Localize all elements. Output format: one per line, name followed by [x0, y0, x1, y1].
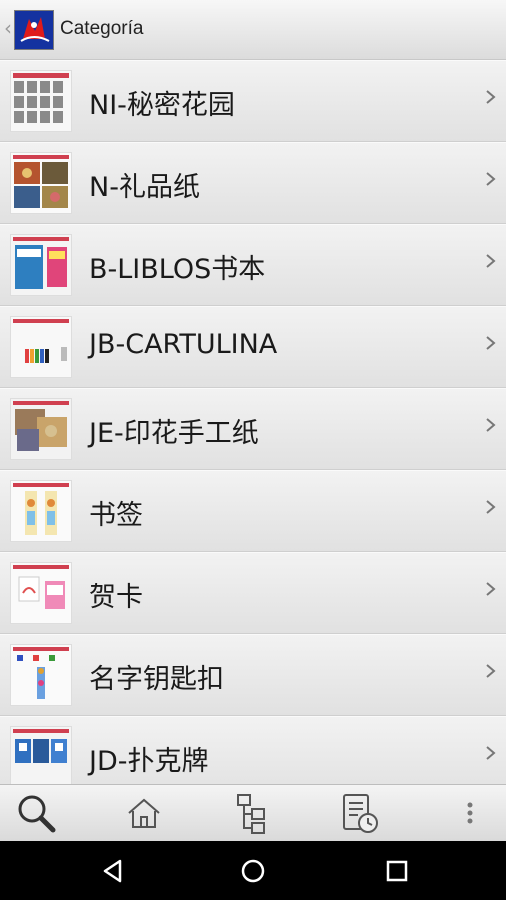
category-row-playing-cards[interactable]: JD-扑克牌 [0, 716, 506, 784]
category-label: N-礼品纸 [89, 172, 200, 203]
category-label: JD-扑克牌 [89, 746, 209, 777]
system-navigation-bar [0, 841, 506, 900]
greeting-card-thumbnail [10, 562, 72, 624]
chevron-right-icon [486, 582, 496, 596]
category-row-printed-craft-paper[interactable]: JE-印花手工纸 [0, 388, 506, 470]
playing-cards-thumbnail [10, 726, 72, 784]
chevron-right-icon [486, 254, 496, 268]
category-label: 书签 [89, 500, 143, 531]
category-label: JE-印花手工纸 [89, 418, 259, 449]
category-row-secret-garden[interactable]: NI-秘密花园 [0, 60, 506, 142]
chevron-right-icon [486, 336, 496, 350]
home-circle-icon[interactable] [240, 858, 266, 884]
app-logo-icon[interactable] [14, 10, 54, 50]
search-icon[interactable] [14, 791, 58, 835]
history-icon[interactable] [338, 791, 382, 835]
cardboard-thumbnail [10, 316, 72, 378]
category-tree-icon[interactable] [230, 791, 274, 835]
chevron-right-icon [486, 90, 496, 104]
category-label: NI-秘密花园 [89, 90, 235, 121]
bookmark-thumbnail [10, 480, 72, 542]
category-label: 名字钥匙扣 [89, 664, 224, 695]
chevron-right-icon [486, 418, 496, 432]
category-row-gift-paper[interactable]: N-礼品纸 [0, 142, 506, 224]
category-row-greeting-cards[interactable]: 贺卡 [0, 552, 506, 634]
category-label: JB-CARTULINA [89, 329, 278, 360]
chevron-right-icon [486, 664, 496, 678]
chevron-right-icon [486, 500, 496, 514]
name-keychain-thumbnail [10, 644, 72, 706]
page-title: Categoría [60, 18, 144, 39]
category-row-bookmarks[interactable]: 书签 [0, 470, 506, 552]
category-list: NI-秘密花园 N-礼品纸 B-LIBLOS书本 JB-CARTULINA JE… [0, 60, 506, 784]
category-label: B-LIBLOS书本 [89, 254, 266, 285]
chevron-right-icon [486, 746, 496, 760]
printed-craft-paper-thumbnail [10, 398, 72, 460]
category-row-name-keychains[interactable]: 名字钥匙扣 [0, 634, 506, 716]
recents-square-icon[interactable] [384, 858, 410, 884]
books-thumbnail [10, 234, 72, 296]
back-triangle-icon[interactable] [100, 858, 126, 884]
home-icon[interactable] [122, 791, 166, 835]
category-row-books[interactable]: B-LIBLOS书本 [0, 224, 506, 306]
gift-paper-thumbnail [10, 152, 72, 214]
overflow-menu-icon[interactable] [448, 791, 492, 835]
secret-garden-thumbnail [10, 70, 72, 132]
bottom-toolbar [0, 784, 506, 841]
category-row-cartulina[interactable]: JB-CARTULINA [0, 306, 506, 388]
category-label: 贺卡 [89, 582, 143, 613]
app-bar: ‹ Categoría [0, 0, 506, 60]
chevron-right-icon [486, 172, 496, 186]
back-chevron-icon[interactable]: ‹ [4, 18, 12, 38]
